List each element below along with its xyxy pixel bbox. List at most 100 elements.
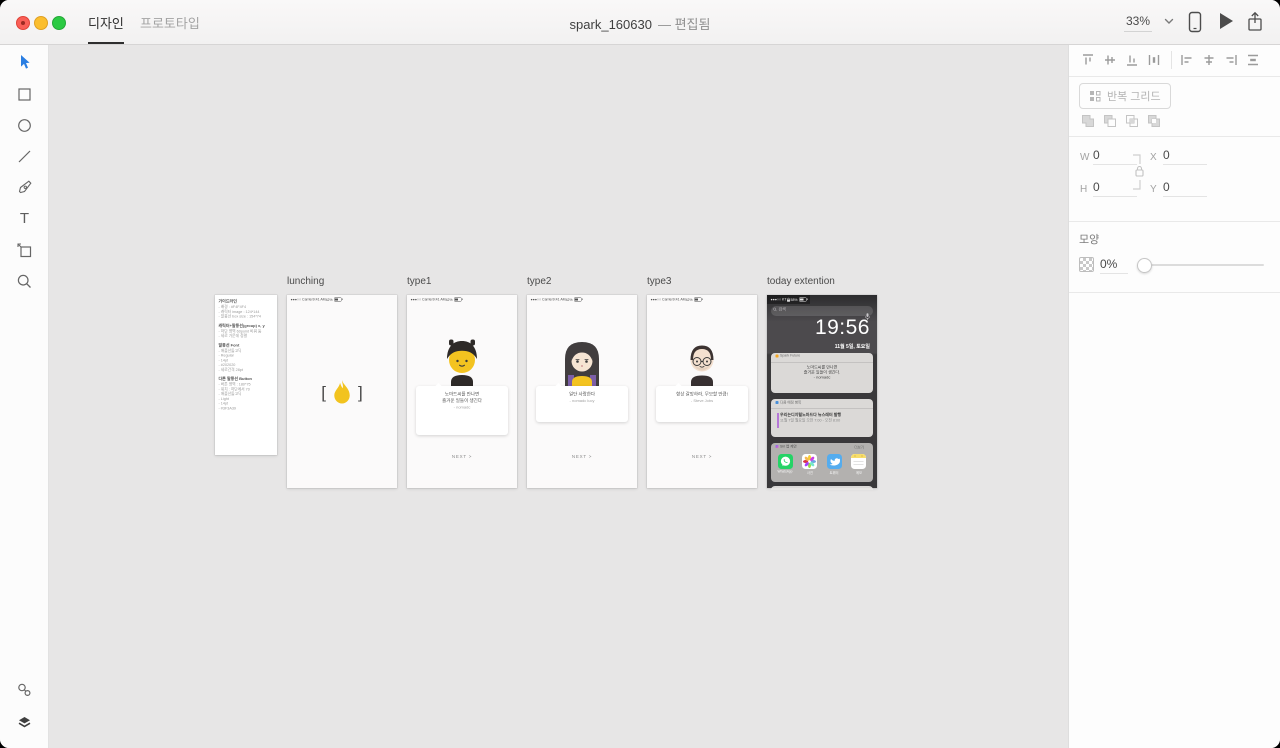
alignment-toolbar xyxy=(1069,44,1280,77)
bubble-attribution: - Steve Jobs xyxy=(690,398,714,404)
opacity-slider-track[interactable] xyxy=(1143,264,1264,266)
edited-badge: — 편집됨 xyxy=(657,17,711,32)
ellipse-tool-icon[interactable] xyxy=(16,117,33,134)
align-center-icon[interactable] xyxy=(1202,53,1216,67)
next-button: NEXT > xyxy=(691,454,713,459)
speech-bubble: 항상 갈망하라, 무모할 만큼! - Steve Jobs xyxy=(656,386,748,422)
share-icon[interactable] xyxy=(1246,11,1264,33)
widget-up-next: 다음 예정 항목 우리는디지털노마드다 뉴스레터 발행 11월 7일 월요일 오… xyxy=(771,399,873,437)
artboard-label-today-extention[interactable]: today extention xyxy=(767,276,835,287)
union-icon[interactable] xyxy=(1081,114,1095,128)
distribute-vertical-icon[interactable] xyxy=(1246,53,1260,67)
search-icon xyxy=(773,307,777,312)
x-label: X xyxy=(1150,152,1157,163)
search-bar: 검색 xyxy=(771,306,873,320)
zoom-level-field[interactable]: 33% xyxy=(1123,14,1152,32)
assets-icon[interactable] xyxy=(16,682,33,699)
calendar-dot-icon xyxy=(775,401,779,404)
intersect-icon[interactable] xyxy=(1125,114,1139,128)
widget-quote: 노마드씨를 만나면 즐거운 일들이 생긴다. - nomadc xyxy=(803,365,841,380)
spec-heading: 가이드라인 xyxy=(218,299,237,304)
bracket-close: ] xyxy=(358,382,363,402)
exclude-overlap-icon[interactable] xyxy=(1147,114,1161,128)
clock: 19:56 xyxy=(814,316,870,339)
bubble-text: 일단 사랑한다 xyxy=(568,391,596,397)
align-top-icon[interactable] xyxy=(1081,53,1095,67)
widget-spark-future: Spark Future 노마드씨를 만나면 즐거운 일들이 생긴다. - no… xyxy=(771,353,873,393)
flame-icon xyxy=(334,379,350,404)
artboard-today-extention[interactable]: ●●●○○ KT 58% 검색 19:56 11월 5일, 토요일 Spark … xyxy=(767,295,877,490)
artboard-label-type2[interactable]: type2 xyxy=(527,276,551,287)
tool-rail: T xyxy=(0,44,49,748)
chevron-down-icon[interactable] xyxy=(1164,18,1174,25)
battery-icon xyxy=(454,297,463,302)
lock-aspect-icon[interactable] xyxy=(1131,150,1145,194)
next-widget-edge xyxy=(771,486,873,490)
app-dot-icon xyxy=(775,354,779,358)
artboard-type2[interactable]: ●●●○○ Carrier 9:41 AM 42% 일단 사랑한다 - nomad… xyxy=(527,295,637,488)
spec-notes: 가이드라인 - 배경 : #F4F4F4 - 캐릭터 image : 124*1… xyxy=(215,295,277,414)
repeat-grid-icon xyxy=(1090,91,1101,102)
photos-icon xyxy=(802,454,818,469)
artboard-label-lunching[interactable]: lunching xyxy=(287,276,324,287)
date: 11월 5일, 토요일 xyxy=(834,344,870,350)
battery-icon xyxy=(334,297,343,302)
artboard-tool-icon[interactable] xyxy=(16,242,33,259)
device-preview-icon[interactable] xyxy=(1188,11,1202,33)
artboard-type3[interactable]: ●●●○○ Carrier 9:41 AM 42% 항상 갈망하라, 무모할 만큼… xyxy=(647,295,757,488)
zoom-tool-icon[interactable] xyxy=(16,273,33,290)
boolean-ops xyxy=(1081,114,1161,128)
character-girl xyxy=(565,342,599,387)
battery-icon xyxy=(799,297,808,302)
artboard-label-type3[interactable]: type3 xyxy=(647,276,671,287)
app-suggestions-row: WhatsApp 사진 트위터 메모 xyxy=(773,454,871,480)
layers-icon[interactable] xyxy=(16,714,33,731)
title-bar: 디자인 프로토타입 spark_160630— 편집됨 33% xyxy=(0,0,1280,45)
distribute-horizontal-icon[interactable] xyxy=(1147,53,1161,67)
battery-icon xyxy=(694,297,703,302)
x-field[interactable]: 0 xyxy=(1163,148,1207,165)
artboard-label-type1[interactable]: type1 xyxy=(407,276,431,287)
line-tool-icon[interactable] xyxy=(16,148,33,165)
ios-status-bar: ●●●○○ Carrier 9:41 AM 42% xyxy=(647,295,705,304)
repeat-grid-button[interactable]: 반복 그리드 xyxy=(1079,83,1171,109)
artboard-spec-sheet[interactable]: 가이드라인 - 배경 : #F4F4F4 - 캐릭터 image : 124*1… xyxy=(215,295,277,455)
rectangle-tool-icon[interactable] xyxy=(16,86,33,103)
next-button: NEXT > xyxy=(451,454,473,459)
ios-status-bar-dark: ●●●○○ KT 58% xyxy=(767,295,811,304)
repeat-grid-label: 반복 그리드 xyxy=(1107,91,1161,103)
opacity-icon xyxy=(1079,257,1094,272)
spec-body: - 버튼 영역 : 180*75 - 위치 : 하단에서 70 - 애플산돌고딕… xyxy=(218,382,251,411)
opacity-field[interactable]: 0% xyxy=(1100,257,1128,274)
next-button: NEXT > xyxy=(571,454,593,459)
text-tool-icon[interactable]: T xyxy=(16,211,33,228)
spec-heading: 말풍선 Font xyxy=(218,342,240,348)
character-steve-jobs xyxy=(690,345,714,387)
notes-icon xyxy=(851,454,867,469)
bracket-open: [ xyxy=(321,382,326,402)
artboard-lunching[interactable]: ●●●○○ Carrier 9:41 AM 42% [ ] xyxy=(287,295,397,488)
spec-heading: 캐릭터+말풍선(group) x, y xyxy=(218,323,265,328)
select-tool-icon[interactable] xyxy=(16,54,33,71)
align-middle-icon[interactable] xyxy=(1103,53,1117,67)
y-field[interactable]: 0 xyxy=(1163,180,1207,197)
artboard-type1[interactable]: ●●●○○ Carrier 9:41 AM 42% 노마드씨를 만나면 즐거운 일… xyxy=(407,295,517,488)
subtract-icon[interactable] xyxy=(1103,114,1117,128)
app-label: WhatsApp xyxy=(777,470,793,474)
bubble-text: 항상 갈망하라, 무모할 만큼! xyxy=(676,391,728,397)
bubble-attribution: - nomadc lucy xyxy=(569,398,595,404)
align-right-icon[interactable] xyxy=(1224,53,1238,67)
appearance-section: 모양 0% xyxy=(1069,221,1280,293)
bubble-attribution: - nomadc xyxy=(453,405,471,410)
show-more-link: 더보기 xyxy=(854,446,864,450)
canvas[interactable]: 가이드라인 - 배경 : #F4F4F4 - 캐릭터 image : 124*1… xyxy=(48,44,1068,748)
spec-heading: 다른 말풍선 Button xyxy=(218,376,253,382)
align-left-icon[interactable] xyxy=(1180,53,1194,67)
opacity-slider-handle[interactable] xyxy=(1137,258,1152,273)
pen-tool-icon[interactable] xyxy=(16,179,33,196)
app-label: 사진 xyxy=(806,471,813,476)
ios-status-bar: ●●●○○ Carrier 9:41 AM 42% xyxy=(407,295,465,304)
align-bottom-icon[interactable] xyxy=(1125,53,1139,67)
speech-bubble: 일단 사랑한다 - nomadc lucy xyxy=(536,386,628,422)
play-icon[interactable] xyxy=(1218,11,1234,31)
